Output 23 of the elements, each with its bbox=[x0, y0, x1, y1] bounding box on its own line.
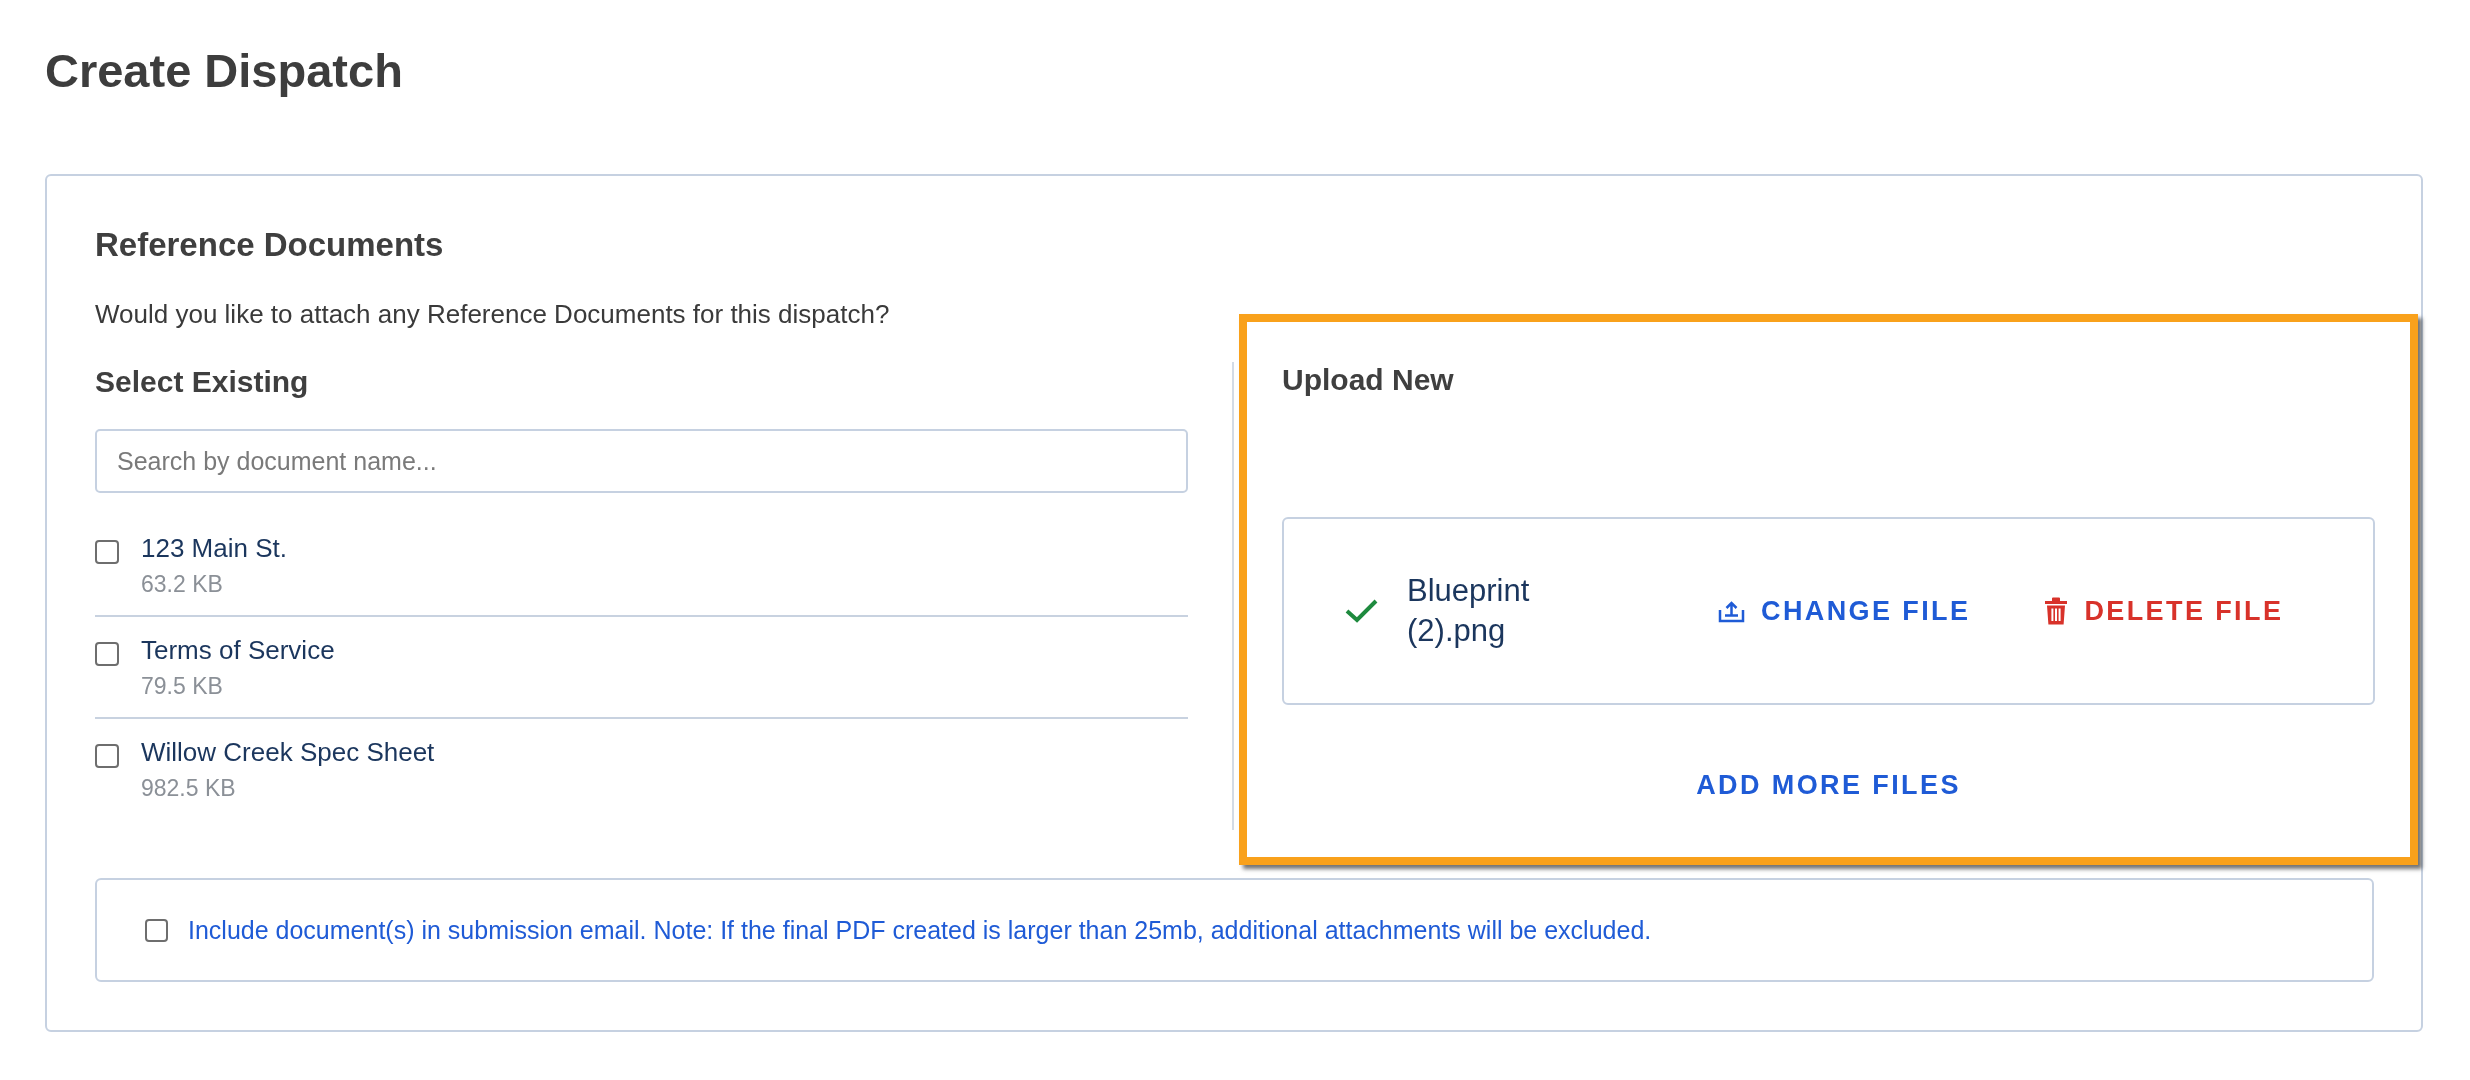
column-heading: Upload New bbox=[1282, 362, 1454, 398]
document-name: 123 Main St. bbox=[141, 532, 287, 564]
add-more-files-button[interactable]: ADD MORE FILES bbox=[1696, 768, 1961, 802]
file-size: 982.5 KB bbox=[141, 774, 236, 802]
section-heading: Reference Documents bbox=[95, 226, 444, 264]
checkbox[interactable] bbox=[145, 918, 168, 942]
column-heading: Select Existing bbox=[95, 364, 309, 400]
file-size: 63.2 KB bbox=[141, 570, 223, 598]
document-name: Willow Creek Spec Sheet bbox=[141, 736, 435, 768]
page-title: Create Dispatch bbox=[45, 43, 403, 99]
file-name: Blueprint (2).png bbox=[1407, 572, 1531, 650]
email-option-label: Include document(s) in submission email. Note: If the final PDF created is larger than 25mb, additional attachments will be excluded. bbox=[188, 915, 1652, 946]
checkbox[interactable] bbox=[95, 540, 119, 564]
checkbox[interactable] bbox=[95, 744, 119, 768]
trash-icon bbox=[2044, 597, 2069, 625]
file-size: 79.5 KB bbox=[141, 672, 223, 700]
question-text: Would you like to attach any Reference Documents for this dispatch? bbox=[95, 298, 890, 330]
checkbox[interactable] bbox=[95, 642, 119, 666]
upload-icon bbox=[1718, 599, 1745, 623]
document-name: Terms of Service bbox=[141, 634, 335, 666]
change-file-button[interactable]: CHANGE FILE bbox=[1718, 594, 1971, 628]
search-field[interactable]: Search by document name... bbox=[95, 429, 1188, 493]
delete-file-button[interactable]: DELETE FILE bbox=[2044, 594, 2284, 628]
